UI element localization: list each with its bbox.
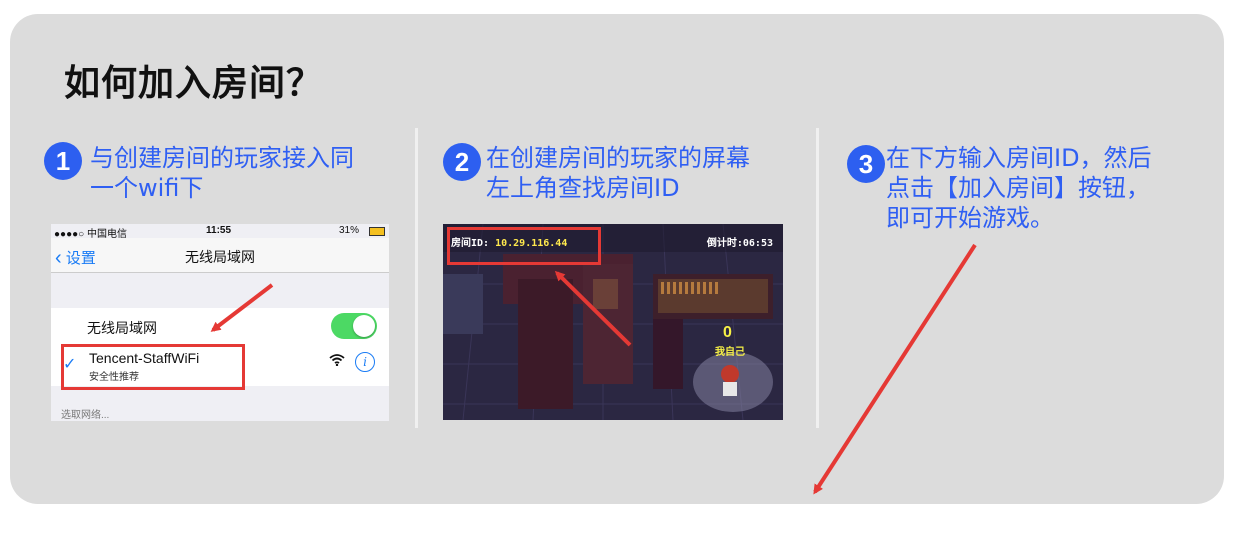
step-1-line-2: 一个wifi下 (90, 174, 204, 202)
step-2-line-1: 在创建房间的玩家的屏幕 (486, 144, 750, 172)
column-divider (415, 128, 418, 428)
step-1-text: 与创建房间的玩家接入同 一个wifi下 (90, 143, 354, 203)
countdown-timer: 倒计时:06:53 (707, 234, 773, 249)
timer-value: 06:53 (742, 238, 773, 249)
step-3-line-2: 点击【加入房间】按钮， (886, 174, 1150, 202)
player-label: 我自己 (715, 347, 745, 358)
nav-title: 无线局域网 (185, 249, 255, 265)
highlight-box (61, 344, 245, 390)
wlan-toggle-row: 无线局域网 (51, 308, 389, 347)
room-id-highlight-box (447, 227, 601, 265)
timer-caption: 倒计时: (706, 238, 743, 249)
toggle-knob (353, 315, 375, 337)
step-3-line-1: 在下方输入房间ID，然后 (886, 144, 1152, 172)
step-3-text: 在下方输入房间ID，然后 点击【加入房间】按钮， 即可开始游戏。 (886, 143, 1152, 233)
step-2-text: 在创建房间的玩家的屏幕 左上角查找房间ID (486, 143, 750, 203)
player-score: 0 (723, 324, 732, 341)
step-3-badge: 3 (847, 145, 885, 183)
wlan-label: 无线局域网 (87, 320, 157, 336)
battery-label: 31% (339, 225, 360, 236)
clock-label: 11:55 (206, 225, 232, 236)
column-divider (816, 128, 819, 428)
step-2-badge: 2 (443, 143, 481, 181)
step-3-line-3: 即可开始游戏。 (886, 204, 1054, 232)
step-1-badge: 1 (44, 142, 82, 180)
info-icon[interactable]: i (355, 352, 375, 372)
status-bar: ●●●●○ 中国电信 11:55 31% (51, 224, 389, 240)
step-2-line-2: 左上角查找房间ID (486, 174, 680, 202)
battery-icon (369, 227, 385, 236)
wifi-icon (329, 354, 345, 366)
choose-network-label: 选取网络... (61, 410, 110, 421)
page-title: 如何加入房间？ (64, 63, 324, 104)
step-1-line-1: 与创建房间的玩家接入同 (90, 144, 354, 172)
nav-bar: ‹ 设置 无线局域网 (51, 238, 389, 273)
wlan-toggle[interactable] (331, 313, 377, 339)
wifi-settings-screenshot: ●●●●○ 中国电信 11:55 31% ‹ 设置 无线局域网 无线局域网 ✓ … (51, 224, 389, 421)
